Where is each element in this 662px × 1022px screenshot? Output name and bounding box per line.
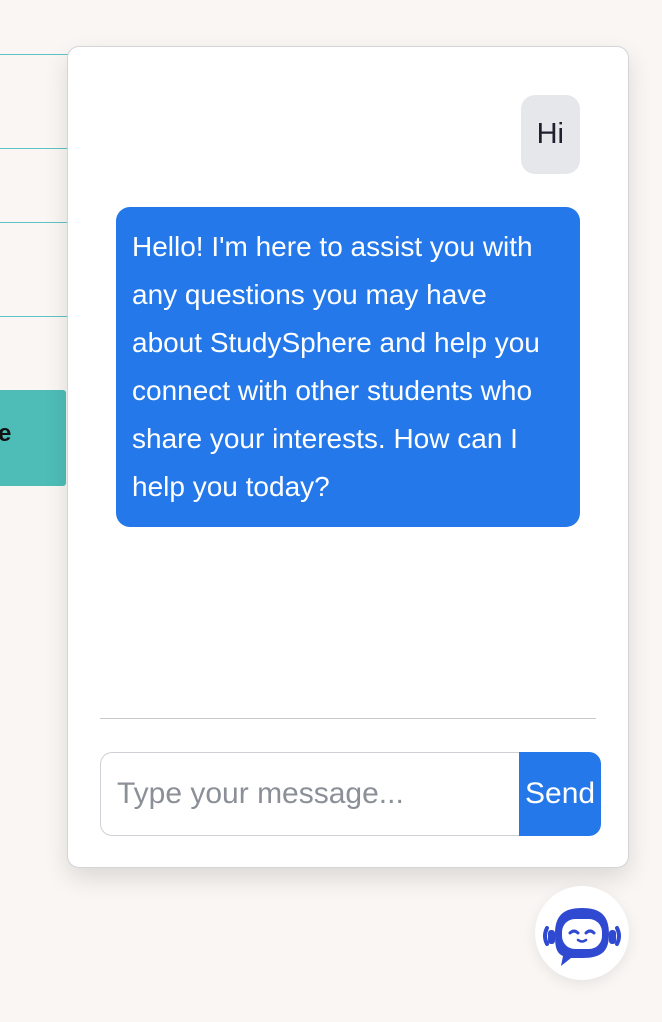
message-composer: Send (100, 752, 602, 836)
user-message: Hi (520, 95, 580, 174)
background-action-button[interactable]: e (0, 390, 66, 486)
send-button[interactable]: Send (519, 752, 602, 836)
background-divider (0, 148, 70, 149)
composer-divider (100, 718, 596, 719)
background-divider (0, 54, 70, 55)
background-action-button-label: e (0, 420, 12, 447)
page: e Hi Hello! I'm here to assist you with … (0, 0, 662, 1022)
message-input[interactable] (100, 752, 519, 836)
message-list: Hi Hello! I'm here to assist you with an… (100, 95, 580, 719)
background-divider (0, 222, 70, 223)
bot-message: Hello! I'm here to assist you with any q… (116, 207, 580, 527)
chatbot-launcher-button[interactable] (535, 886, 629, 980)
chat-panel: Hi Hello! I'm here to assist you with an… (67, 46, 629, 868)
chatbot-icon (543, 908, 621, 966)
background-divider (0, 316, 70, 317)
